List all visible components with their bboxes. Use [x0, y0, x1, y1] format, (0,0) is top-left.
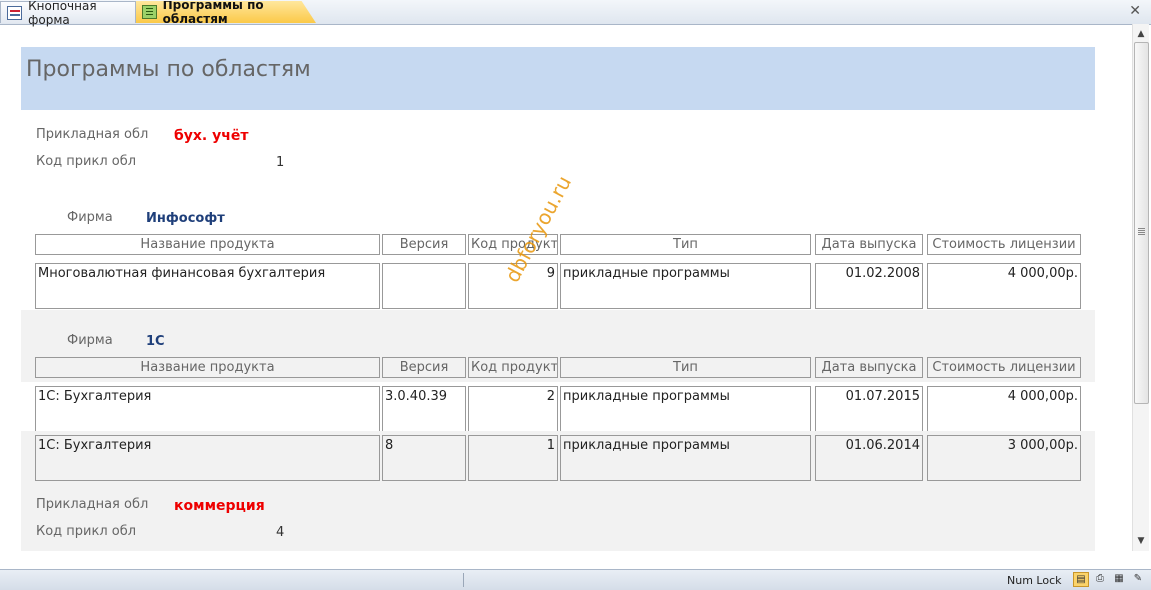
col-header-product-name: Название продукта — [35, 234, 380, 255]
cell-product-code: 2 — [468, 386, 558, 432]
col-header-product-code: Код продукта — [468, 357, 558, 378]
firm-label: Фирма — [67, 333, 113, 348]
print-preview-icon[interactable]: ⎙ — [1092, 572, 1108, 587]
cell-license-cost: 4 000,00р. — [927, 263, 1081, 309]
cell-product-name: 1С: Бухгалтерия — [35, 435, 380, 481]
layout-view-icon[interactable]: ▦ — [1111, 572, 1127, 587]
firm-label: Фирма — [67, 210, 113, 225]
grip-icon — [1138, 228, 1145, 229]
report-icon — [142, 5, 157, 19]
col-header-type: Тип — [560, 234, 811, 255]
close-icon[interactable]: ✕ — [1129, 3, 1141, 19]
document-tab-bar: Кнопочная форма Программы по областям ✕ — [0, 0, 1151, 27]
report-title: Программы по областям — [26, 57, 311, 82]
area-code-label: Код прикл обл — [36, 524, 137, 539]
scroll-up-arrow-icon[interactable]: ▲ — [1133, 26, 1149, 42]
tab-label: Программы по областям — [162, 0, 264, 26]
col-header-license-cost: Стоимость лицензии — [927, 234, 1081, 255]
cell-product-name: Многовалютная финансовая бухгалтерия — [35, 263, 380, 309]
area-label: Прикладная обл — [36, 127, 149, 142]
cell-type: прикладные программы — [560, 386, 811, 432]
firm-value: Инфософт — [146, 211, 225, 226]
num-lock-indicator: Num Lock — [1007, 574, 1062, 587]
cell-license-cost: 4 000,00р. — [927, 386, 1081, 432]
col-header-license-cost: Стоимость лицензии — [927, 357, 1081, 378]
cell-release-date: 01.02.2008 — [815, 263, 923, 309]
area-value: коммерция — [174, 498, 265, 514]
col-header-release-date: Дата выпуска — [815, 357, 923, 378]
cell-version — [382, 263, 466, 309]
cell-license-cost: 3 000,00р. — [927, 435, 1081, 481]
col-header-product-name: Название продукта — [35, 357, 380, 378]
area-code-label: Код прикл обл — [36, 154, 137, 169]
form-icon — [7, 5, 23, 20]
cell-version: 8 — [382, 435, 466, 481]
cell-type: прикладные программы — [560, 263, 811, 309]
cell-product-code: 1 — [468, 435, 558, 481]
cell-version: 3.0.40.39 — [382, 386, 466, 432]
status-bar: Num Lock ▤ ⎙ ▦ ✎ — [0, 569, 1151, 590]
report-header: Программы по областям — [21, 47, 1095, 110]
col-header-type: Тип — [560, 357, 811, 378]
cell-release-date: 01.07.2015 — [815, 386, 923, 432]
col-header-release-date: Дата выпуска — [815, 234, 923, 255]
area-code-value: 4 — [276, 525, 285, 540]
vertical-scrollbar[interactable]: ▲ ▼ — [1132, 24, 1149, 551]
design-view-icon[interactable]: ✎ — [1130, 572, 1146, 587]
cell-product-name: 1С: Бухгалтерия — [35, 386, 380, 432]
tab-programs-by-area[interactable]: Программы по областям — [136, 1, 316, 23]
cell-release-date: 01.06.2014 — [815, 435, 923, 481]
area-value: бух. учёт — [174, 128, 249, 144]
area-code-value: 1 — [276, 155, 285, 170]
scroll-down-arrow-icon[interactable]: ▼ — [1133, 533, 1149, 549]
scrollbar-thumb[interactable] — [1134, 42, 1149, 404]
col-header-version: Версия — [382, 357, 466, 378]
tab-switchboard-form[interactable]: Кнопочная форма — [0, 0, 136, 27]
status-divider — [463, 573, 464, 587]
report-view-icon[interactable]: ▤ — [1073, 572, 1089, 587]
tab-label: Кнопочная форма — [28, 0, 97, 27]
col-header-version: Версия — [382, 234, 466, 255]
cell-type: прикладные программы — [560, 435, 811, 481]
firm-value: 1С — [146, 334, 165, 349]
area-label: Прикладная обл — [36, 497, 149, 512]
